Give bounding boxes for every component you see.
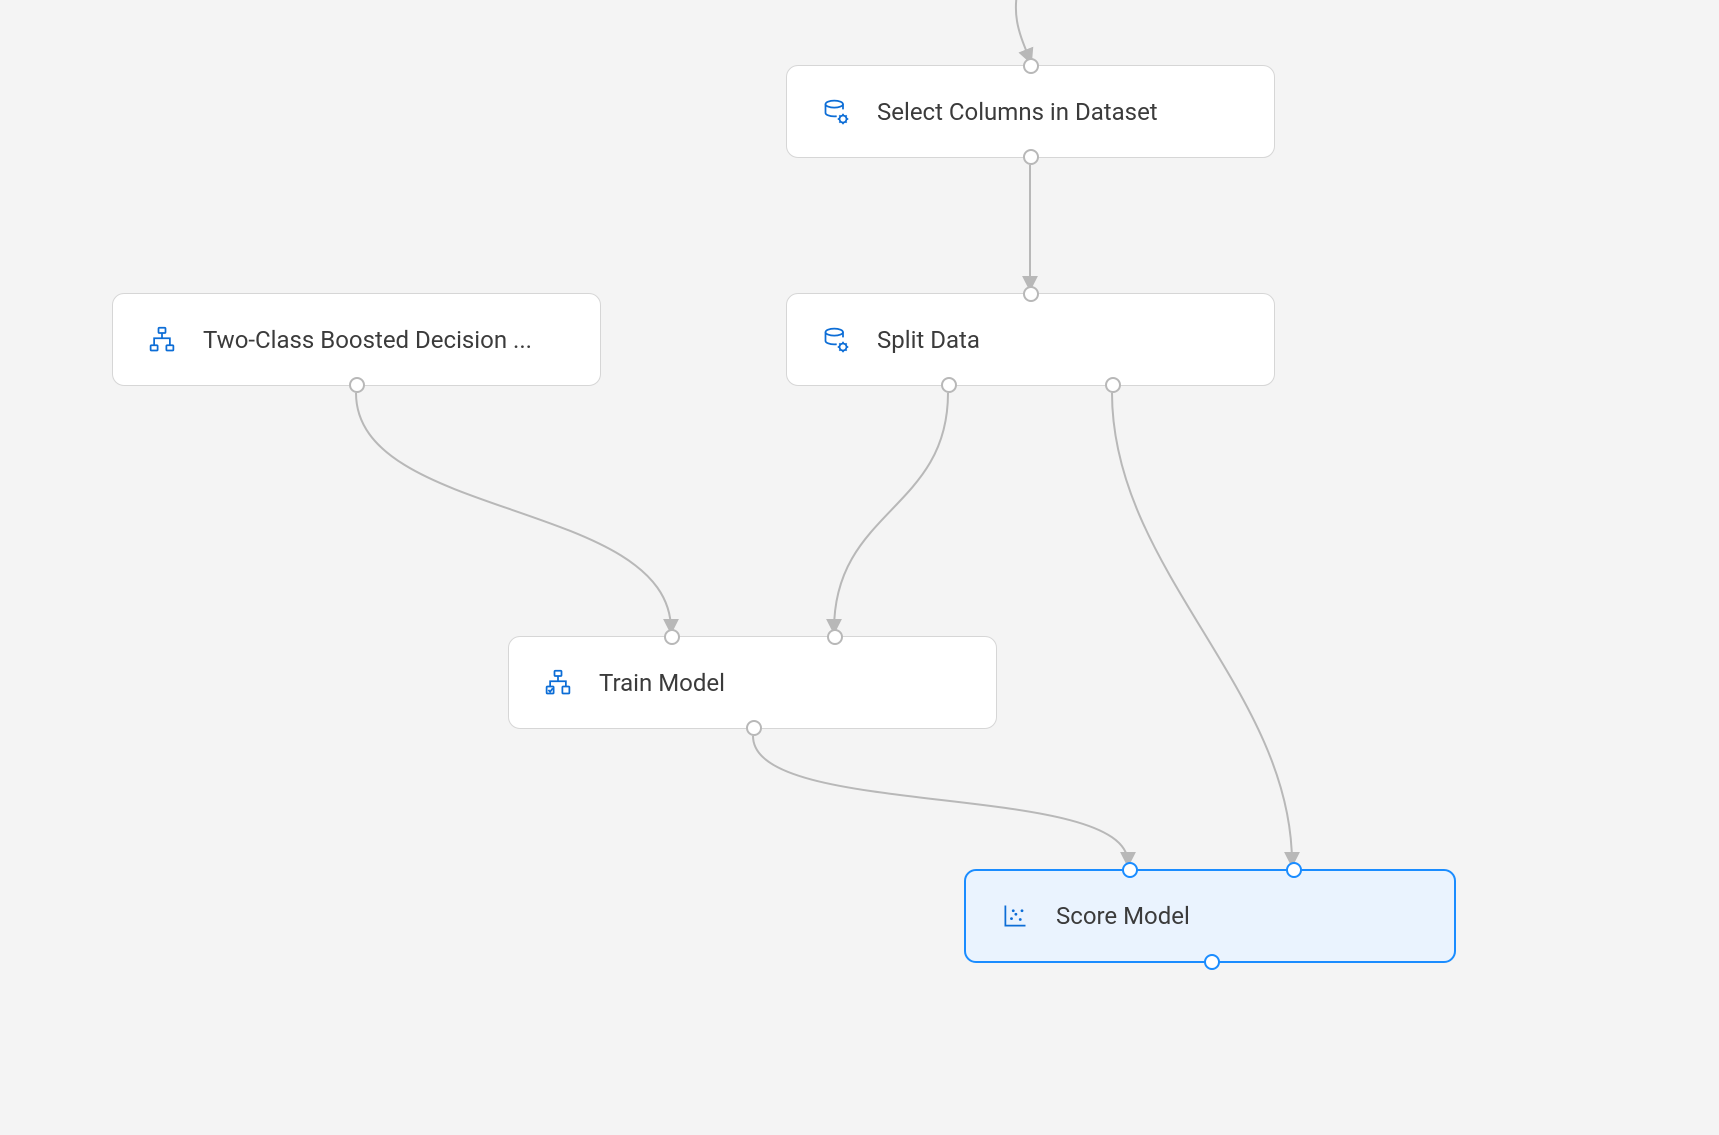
input-port-1[interactable] <box>664 629 680 645</box>
node-label: Select Columns in Dataset <box>877 98 1158 126</box>
output-port-2[interactable] <box>1105 377 1121 393</box>
train-icon <box>543 668 573 698</box>
node-label: Train Model <box>599 669 725 697</box>
node-label: Score Model <box>1056 902 1190 930</box>
output-port[interactable] <box>1023 149 1039 165</box>
data-gear-icon <box>821 325 851 355</box>
node-label: Split Data <box>877 326 980 354</box>
tree-icon <box>147 325 177 355</box>
input-port-2[interactable] <box>827 629 843 645</box>
scatter-icon <box>1000 901 1030 931</box>
node-two-class-boosted-decision[interactable]: Two-Class Boosted Decision ... <box>112 293 601 386</box>
input-port-2[interactable] <box>1286 862 1302 878</box>
input-port-1[interactable] <box>1122 862 1138 878</box>
output-port[interactable] <box>1204 954 1220 970</box>
node-select-columns-in-dataset[interactable]: Select Columns in Dataset <box>786 65 1275 158</box>
edge-two-class-to-train-model <box>356 393 671 630</box>
edges-layer <box>0 0 1719 1135</box>
output-port[interactable] <box>349 377 365 393</box>
edge-split-data-to-score-model <box>1112 393 1292 863</box>
output-port-1[interactable] <box>941 377 957 393</box>
edge-split-data-to-train-model <box>834 393 948 630</box>
node-train-model[interactable]: Train Model <box>508 636 997 729</box>
node-score-model[interactable]: Score Model <box>964 869 1456 963</box>
edge-train-model-to-score-model <box>753 736 1128 863</box>
data-gear-icon <box>821 97 851 127</box>
input-port[interactable] <box>1023 58 1039 74</box>
node-split-data[interactable]: Split Data <box>786 293 1275 386</box>
pipeline-canvas[interactable]: Select Columns in Dataset Split Data <box>0 0 1719 1135</box>
input-port[interactable] <box>1023 286 1039 302</box>
node-label: Two-Class Boosted Decision ... <box>203 326 532 354</box>
edge-incoming-select-columns <box>1016 0 1030 60</box>
output-port[interactable] <box>746 720 762 736</box>
